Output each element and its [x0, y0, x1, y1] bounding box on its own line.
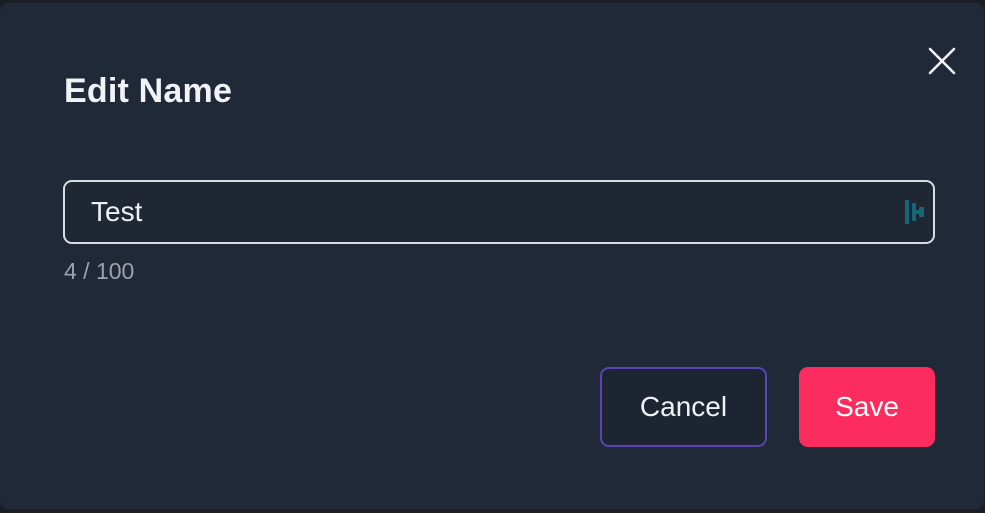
name-input[interactable] [65, 182, 885, 242]
password-manager-icon[interactable] [903, 198, 927, 226]
close-button[interactable] [924, 43, 960, 79]
save-button[interactable]: Save [799, 367, 935, 447]
edit-name-dialog: Edit Name 4 / 100 Cancel Save [0, 3, 984, 509]
character-counter: 4 / 100 [64, 258, 135, 284]
close-icon [928, 47, 956, 75]
name-field[interactable] [63, 180, 935, 244]
cancel-button[interactable]: Cancel [600, 367, 767, 447]
dialog-title: Edit Name [64, 72, 233, 110]
